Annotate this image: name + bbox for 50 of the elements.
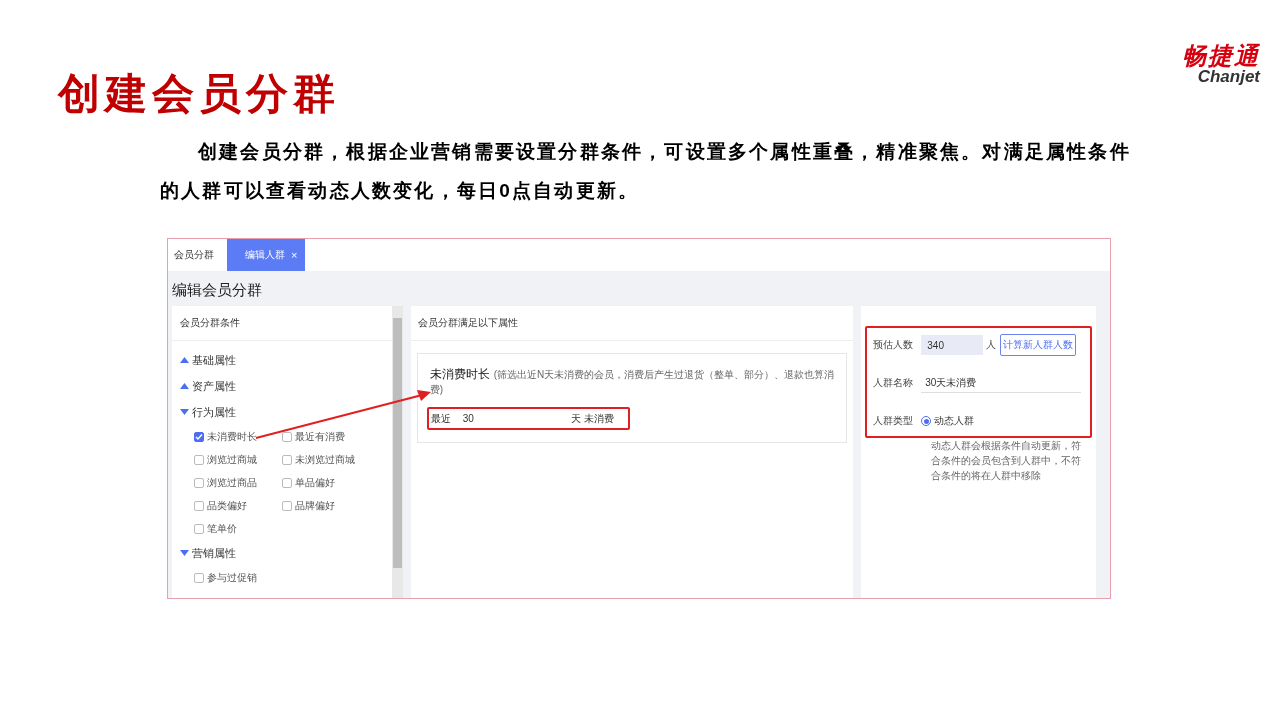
option-label: 浏览过商城	[207, 452, 257, 467]
days-input[interactable]: 30	[462, 413, 571, 424]
condition-title: 未消费时长 (筛选出近N天未消费的会员，消费后产生过退货（整单、部分）、退款也算消费)	[429, 366, 836, 397]
caret-up-icon[interactable]	[180, 383, 189, 389]
option-label: 未消费时长	[207, 429, 257, 444]
checkbox[interactable]	[194, 572, 204, 583]
field-label: 人群类型	[873, 414, 915, 428]
checkbox[interactable]	[194, 477, 204, 488]
field-suffix: 天 未消费	[570, 411, 614, 426]
field-label: 预估人数	[873, 338, 915, 352]
group-label[interactable]: 基础属性	[192, 352, 236, 368]
checkbox[interactable]	[194, 431, 204, 442]
description-text: 创建会员分群，根据企业营销需要设置分群条件，可设置多个属性重叠，精准聚焦。对满足属性条件的人群可以查看动态人数变化，每日0点自动更新。	[160, 140, 1132, 203]
field-label: 最近	[430, 411, 451, 426]
option-label: 最近有消费	[295, 429, 345, 444]
option-label: 未浏览过商城	[295, 452, 355, 467]
slide-title: 创建会员分群	[58, 70, 340, 119]
calculate-button[interactable]: 计算新人群人数	[1000, 334, 1077, 356]
checkbox[interactable]	[282, 431, 292, 442]
radio-label[interactable]: 动态人群	[934, 414, 975, 428]
page-title: 编辑会员分群	[171, 280, 263, 300]
scrollbar[interactable]	[391, 306, 403, 598]
checkbox[interactable]	[282, 477, 292, 488]
type-description: 动态人群会根据条件自动更新，符合条件的会员包含到人群中，不符合条件的将在人群中移除	[931, 439, 1082, 483]
checkbox[interactable]	[194, 523, 204, 534]
unit-label: 人	[986, 338, 997, 352]
group-label[interactable]: 资产属性	[192, 378, 236, 394]
option-label: 品牌偏好	[295, 498, 335, 513]
logo-subtitle: Chanjet	[1197, 68, 1260, 85]
option-label: 笔单价	[207, 521, 237, 536]
tab[interactable]: 编辑人群 ×	[227, 239, 306, 271]
panel-title: 会员分群条件	[172, 306, 392, 341]
logo-text: 畅捷通	[1182, 44, 1260, 68]
checkbox[interactable]	[194, 454, 204, 465]
caret-down-icon[interactable]	[180, 409, 189, 415]
panel-title: 会员分群满足以下属性	[410, 306, 854, 341]
group-label[interactable]: 行为属性	[192, 404, 236, 420]
field-label: 人群名称	[873, 376, 915, 390]
name-input[interactable]: 30天未消费	[921, 373, 1082, 393]
option-label: 浏览过商品	[207, 475, 257, 490]
caret-down-icon[interactable]	[180, 550, 189, 556]
option-label: 单品偏好	[295, 475, 335, 490]
group-label[interactable]: 营销属性	[192, 545, 236, 561]
option-label: 参与过促销	[207, 570, 257, 585]
checkbox[interactable]	[282, 500, 292, 511]
option-label: 品类偏好	[207, 498, 247, 513]
checkbox[interactable]	[282, 454, 292, 465]
checkbox[interactable]	[194, 500, 204, 511]
estimate-field: 340	[921, 335, 984, 355]
caret-up-icon[interactable]	[180, 357, 189, 363]
